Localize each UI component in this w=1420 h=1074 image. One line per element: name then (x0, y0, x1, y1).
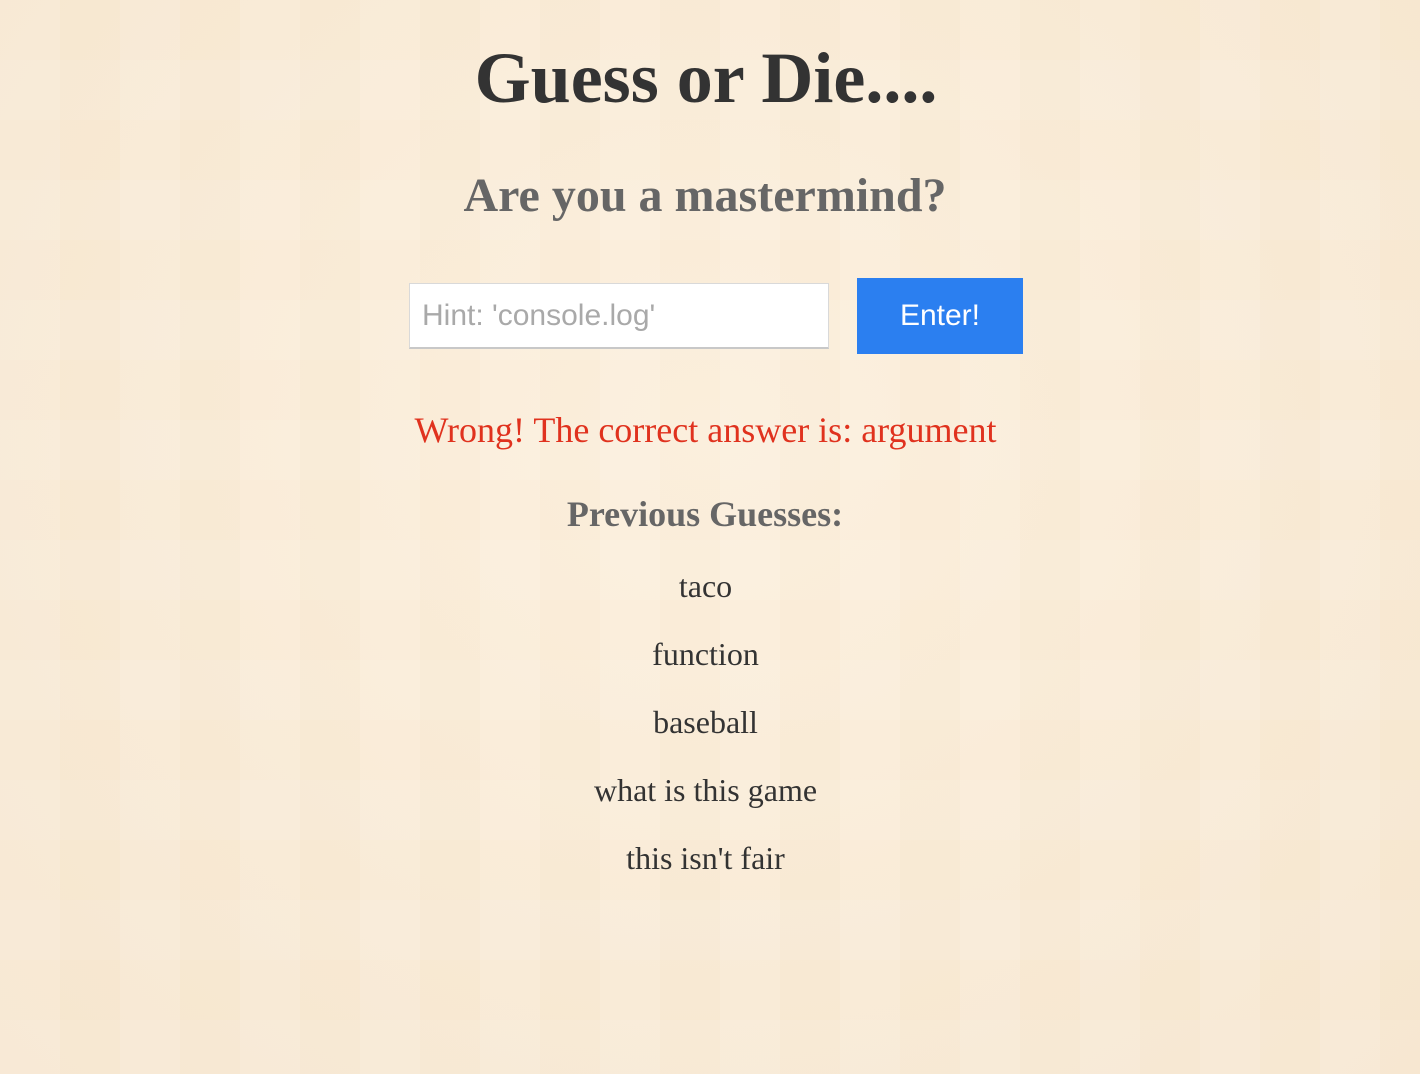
guess-item: function (652, 636, 759, 672)
guess-item: taco (678, 568, 733, 604)
result-message: Wrong! The correct answer is: argument (414, 410, 997, 450)
page-subtitle: Are you a mastermind? (463, 169, 947, 222)
enter-button[interactable]: Enter! (857, 278, 1023, 354)
guess-item: what is this game (593, 772, 818, 808)
guess-form: Enter! (409, 278, 1023, 354)
previous-guesses-list: taco function baseball what is this game… (0, 564, 1411, 904)
previous-guesses-heading: Previous Guesses: (566, 494, 844, 534)
guess-input[interactable] (409, 283, 829, 349)
guess-item: this isn't fair (626, 840, 785, 876)
guess-item: baseball (653, 704, 758, 740)
page-title: Guess or Die.... (474, 38, 938, 118)
